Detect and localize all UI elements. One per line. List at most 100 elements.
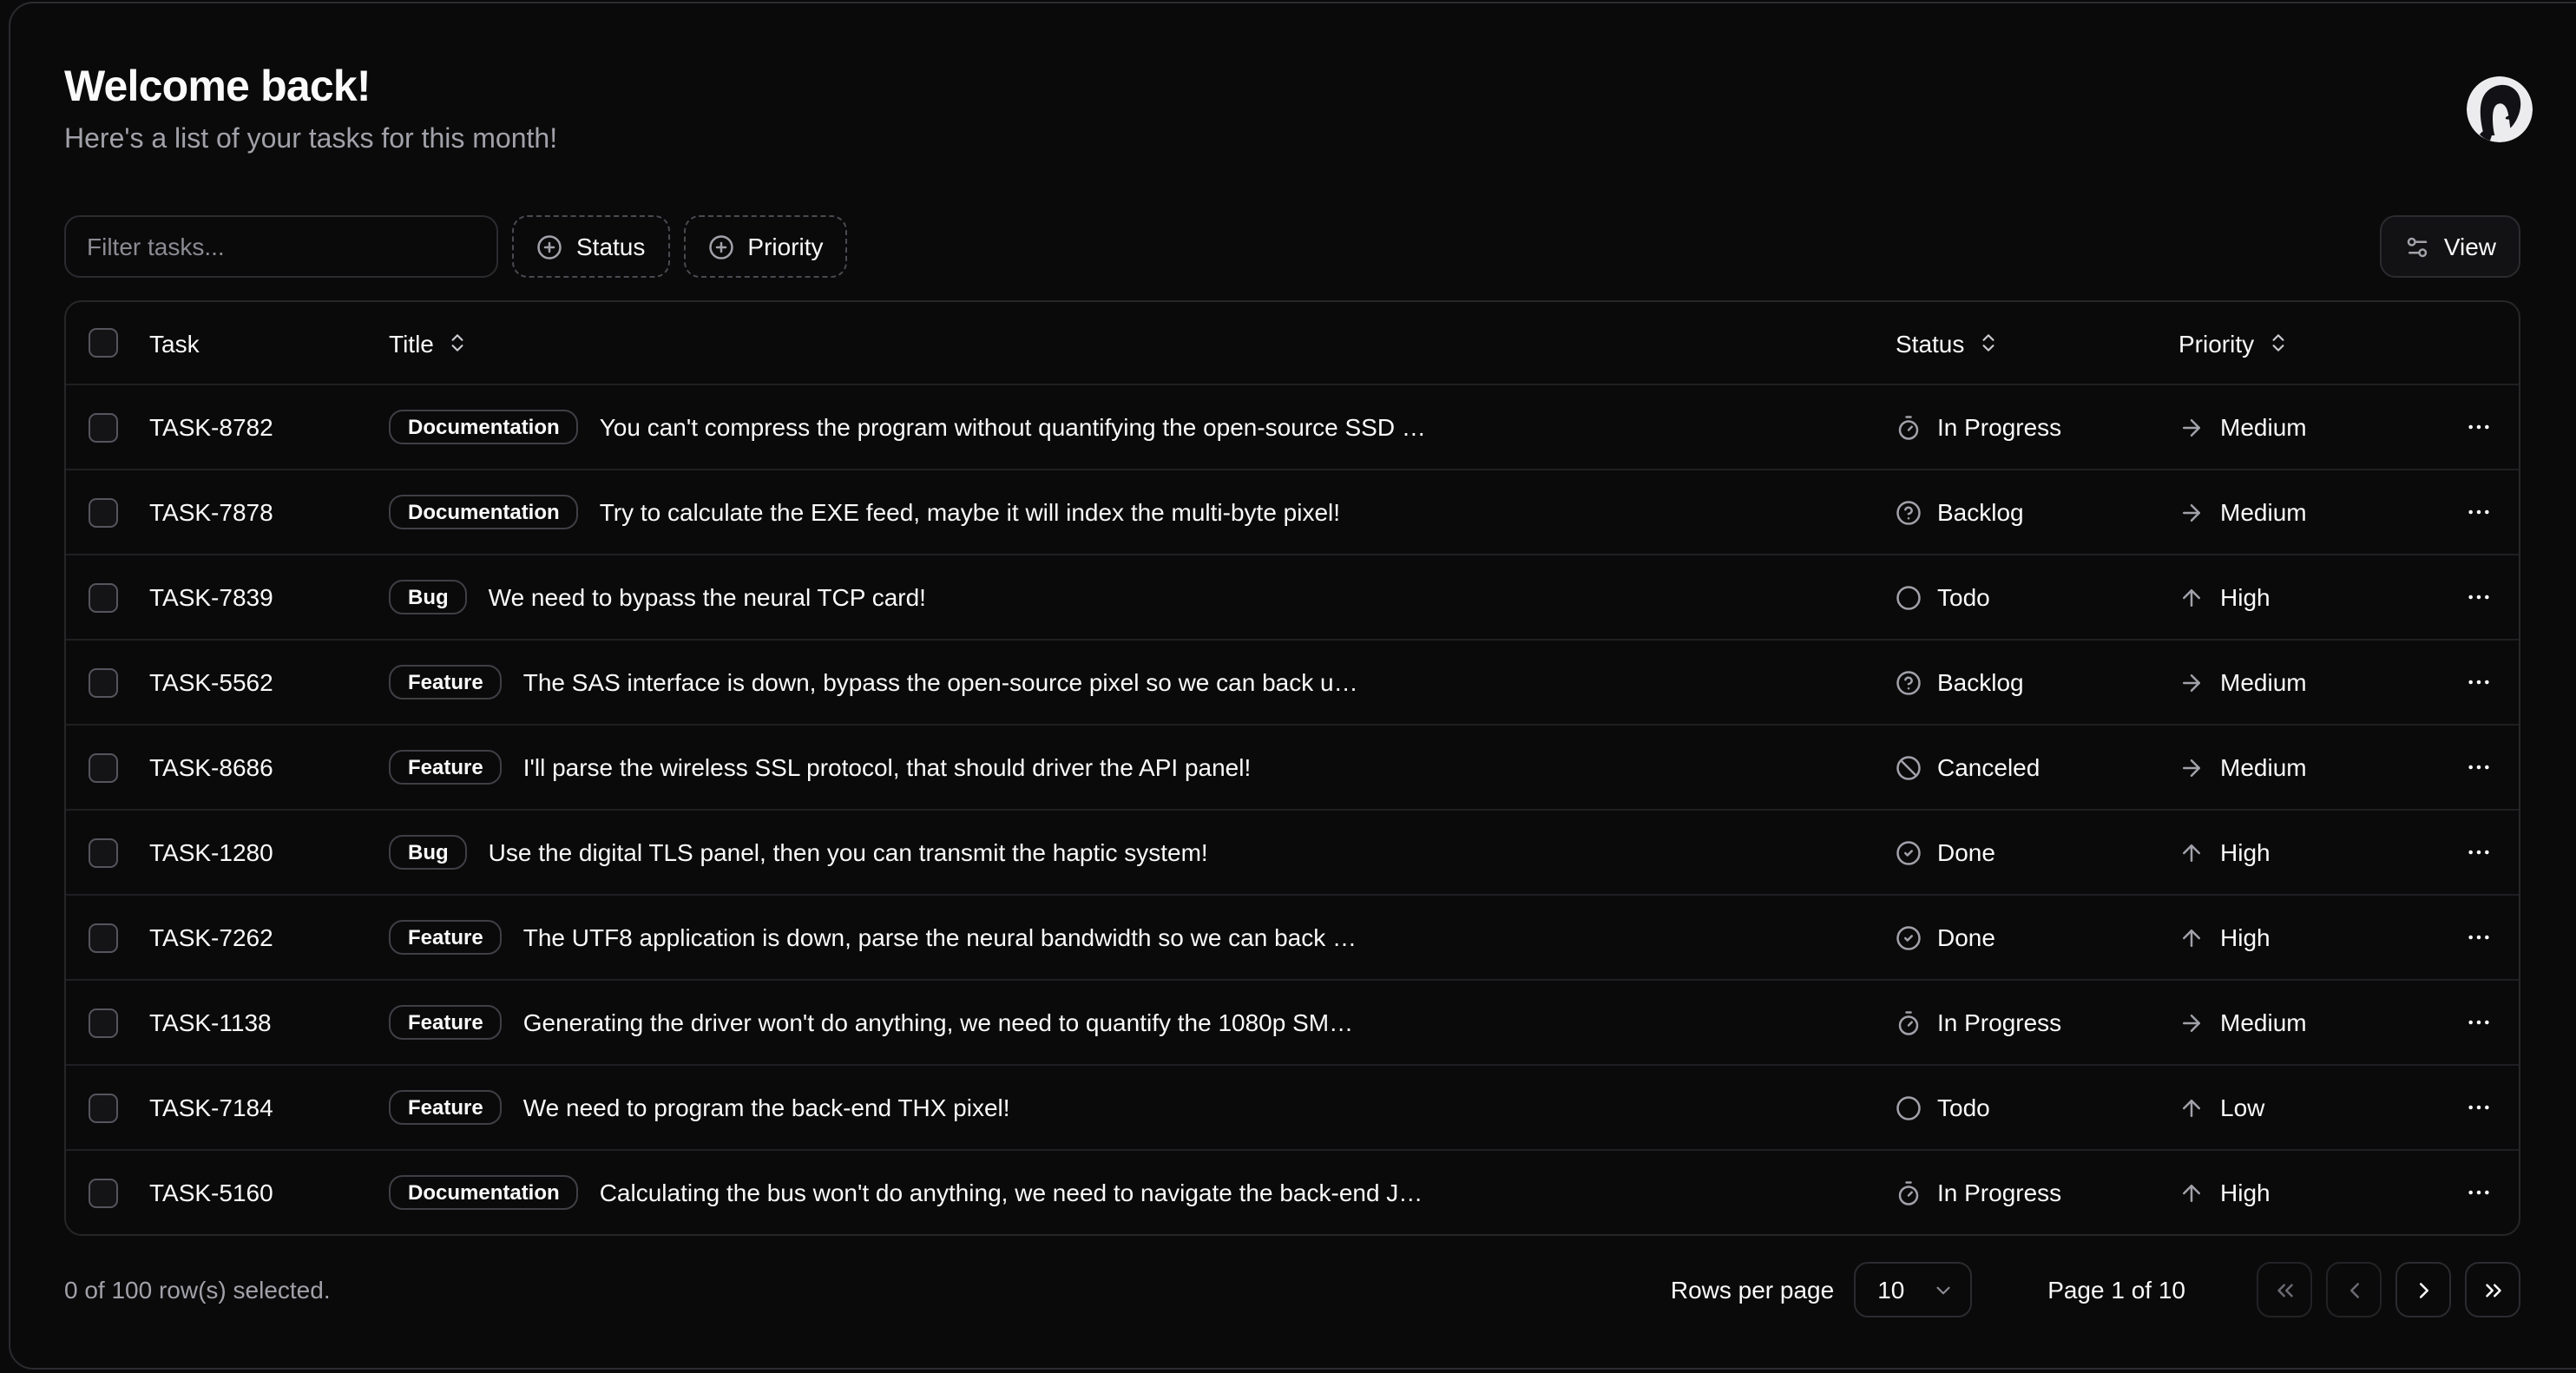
task-id: TASK-7839 <box>149 583 389 611</box>
priority-cell: High <box>2178 1179 2435 1206</box>
sort-title-button[interactable]: Title <box>389 329 469 357</box>
sort-priority-button[interactable]: Priority <box>2178 329 2289 357</box>
row-actions-button[interactable] <box>2453 996 2505 1048</box>
row-checkbox[interactable] <box>89 752 118 782</box>
row-actions-button[interactable] <box>2453 826 2505 878</box>
row-checkbox-cell <box>80 412 149 442</box>
priority-cell: Low <box>2178 1094 2435 1121</box>
column-header-task: Task <box>149 329 389 357</box>
sort-status-button[interactable]: Status <box>1896 329 1999 357</box>
task-title: Try to calculate the EXE feed, maybe it … <box>600 498 1340 526</box>
sliders-icon <box>2404 233 2430 259</box>
status-filter-label: Status <box>576 233 645 260</box>
last-page-button[interactable] <box>2465 1262 2520 1317</box>
row-checkbox-cell <box>80 923 149 952</box>
row-actions-button[interactable] <box>2453 741 2505 793</box>
status-cell: Canceled <box>1896 753 2178 781</box>
label-badge: Documentation <box>389 1175 579 1211</box>
row-actions-button[interactable] <box>2453 1081 2505 1133</box>
avatar-illustration <box>2467 76 2533 142</box>
title-cell: Bug Use the digital TLS panel, then you … <box>389 835 1896 870</box>
task-title: We need to bypass the neural TCP card! <box>489 583 926 611</box>
timer-icon <box>1896 414 1922 440</box>
circle-icon <box>1896 584 1922 610</box>
first-page-button[interactable] <box>2257 1262 2312 1317</box>
table-row: TASK-7878 Documentation Try to calculate… <box>66 469 2519 554</box>
column-header-priority: Priority <box>2178 329 2435 357</box>
row-checkbox-cell <box>80 1178 149 1207</box>
chevrons-left-icon <box>2271 1277 2297 1303</box>
row-checkbox[interactable] <box>89 497 118 527</box>
check-circle-icon <box>1896 924 1922 950</box>
chevrons-up-down-icon <box>2266 332 2289 354</box>
table-row: TASK-1280 Bug Use the digital TLS panel,… <box>66 809 2519 894</box>
arrow-up-icon <box>2178 924 2205 950</box>
rows-per-page-select[interactable]: 10 <box>1853 1262 1971 1317</box>
user-avatar[interactable] <box>2467 76 2533 142</box>
table-row: TASK-5160 Documentation Calculating the … <box>66 1149 2519 1234</box>
arrow-right-icon <box>2178 754 2205 780</box>
row-checkbox[interactable] <box>89 838 118 867</box>
status-filter-button[interactable]: Status <box>512 215 669 278</box>
row-actions-button[interactable] <box>2453 911 2505 963</box>
priority-cell: Medium <box>2178 498 2435 526</box>
priority-text: High <box>2220 1179 2270 1206</box>
arrow-up-icon <box>2178 1179 2205 1205</box>
view-options-button[interactable]: View <box>2380 215 2520 278</box>
chevrons-right-icon <box>2480 1277 2506 1303</box>
previous-page-button[interactable] <box>2326 1262 2382 1317</box>
row-checkbox[interactable] <box>89 582 118 612</box>
label-badge: Documentation <box>389 410 579 445</box>
timer-icon <box>1896 1009 1922 1035</box>
table-row: TASK-7184 Feature We need to program the… <box>66 1064 2519 1149</box>
timer-icon <box>1896 1179 1922 1205</box>
chevrons-up-down-icon <box>446 332 469 354</box>
actions-cell <box>2435 486 2505 538</box>
status-text: Done <box>1937 838 1995 866</box>
priority-text: Low <box>2220 1094 2264 1121</box>
row-actions-button[interactable] <box>2453 486 2505 538</box>
arrow-right-icon <box>2178 1009 2205 1035</box>
row-actions-button[interactable] <box>2453 401 2505 453</box>
arrow-down-icon <box>2178 1094 2205 1120</box>
priority-text: Medium <box>2220 753 2307 781</box>
priority-cell: Medium <box>2178 413 2435 441</box>
row-actions-button[interactable] <box>2453 656 2505 708</box>
priority-cell: High <box>2178 923 2435 951</box>
rows-per-page-label: Rows per page <box>1671 1276 1834 1304</box>
chevrons-up-down-icon <box>1976 332 1999 354</box>
status-text: Todo <box>1937 1094 1990 1121</box>
task-title: You can't compress the program without q… <box>600 413 1426 441</box>
filter-tasks-input[interactable] <box>64 215 498 278</box>
row-checkbox[interactable] <box>89 1178 118 1207</box>
status-cell: In Progress <box>1896 1008 2178 1036</box>
priority-text: Medium <box>2220 668 2307 696</box>
plus-circle-icon <box>536 233 562 259</box>
row-checkbox[interactable] <box>89 1008 118 1037</box>
column-header-title: Title <box>389 329 1896 357</box>
priority-text: High <box>2220 583 2270 611</box>
priority-filter-button[interactable]: Priority <box>683 215 847 278</box>
table-row: TASK-7839 Bug We need to bypass the neur… <box>66 554 2519 639</box>
select-all-checkbox[interactable] <box>89 328 118 358</box>
row-checkbox[interactable] <box>89 412 118 442</box>
status-cell: In Progress <box>1896 1179 2178 1206</box>
title-cell: Feature The UTF8 application is down, pa… <box>389 920 1896 956</box>
row-actions-button[interactable] <box>2453 571 2505 623</box>
row-checkbox[interactable] <box>89 1093 118 1122</box>
status-text: In Progress <box>1937 1179 2061 1206</box>
row-checkbox-cell <box>80 1008 149 1037</box>
actions-cell <box>2435 996 2505 1048</box>
row-checkbox[interactable] <box>89 923 118 952</box>
next-page-button[interactable] <box>2395 1262 2451 1317</box>
table-body: TASK-8782 Documentation You can't compre… <box>66 384 2519 1234</box>
actions-cell <box>2435 1166 2505 1219</box>
timer-icon <box>1896 414 1922 440</box>
row-checkbox[interactable] <box>89 667 118 697</box>
row-actions-button[interactable] <box>2453 1166 2505 1219</box>
priority-text: High <box>2220 923 2270 951</box>
arrow-down-icon <box>2178 1094 2205 1120</box>
task-id: TASK-8782 <box>149 413 389 441</box>
row-checkbox-cell <box>80 667 149 697</box>
table-footer: 0 of 100 row(s) selected. Rows per page … <box>64 1258 2520 1321</box>
